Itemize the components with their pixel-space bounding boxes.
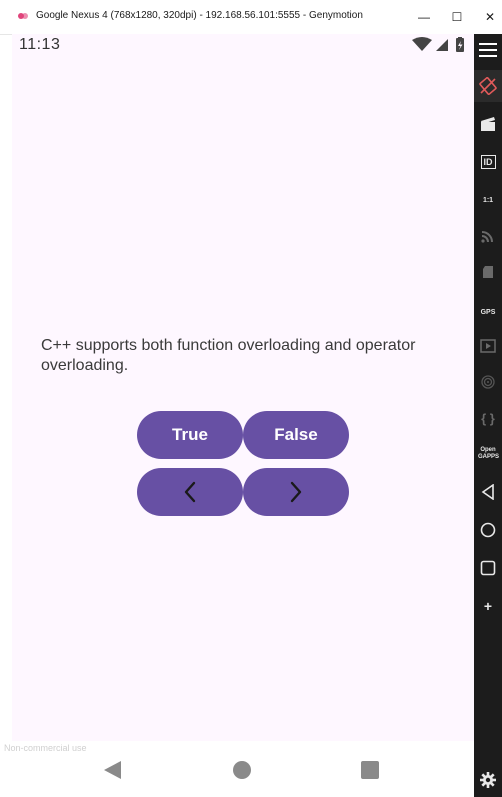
phone-screen: 11:13 C++ supports both function overloa… <box>12 34 474 797</box>
genymotion-app-icon <box>18 13 28 19</box>
minimize-icon: — <box>418 10 430 24</box>
status-bar: 11:13 <box>12 34 474 58</box>
toolbar-media-button[interactable] <box>474 330 502 362</box>
nav-home-icon[interactable] <box>233 761 251 779</box>
false-button[interactable]: False <box>243 411 349 459</box>
toolbar-code-button[interactable]: { } <box>474 402 502 434</box>
device-id-icon: ID <box>480 155 496 169</box>
pixel-perfect-icon: 1:1 <box>482 196 494 204</box>
capture-icon <box>481 117 495 131</box>
close-icon: ✕ <box>484 10 496 24</box>
more-icon: + <box>483 598 493 614</box>
toolbar-menu-button[interactable] <box>474 34 502 66</box>
maximize-icon: ☐ <box>451 10 463 24</box>
true-button[interactable]: True <box>137 411 243 459</box>
true-button-label: True <box>172 425 208 444</box>
toolbar-fingerprint-button[interactable] <box>474 366 502 398</box>
code-icon: { } <box>481 410 495 426</box>
recents-icon <box>480 560 496 576</box>
toolbar-back-button[interactable] <box>474 476 502 508</box>
home-icon <box>480 522 496 538</box>
toolbar-settings-button[interactable] <box>474 764 502 796</box>
nav-back-icon[interactable] <box>104 761 122 779</box>
opengapps-icon: Open GAPPS <box>478 447 500 460</box>
toolbar-sd-card-button[interactable] <box>474 256 502 288</box>
false-button-label: False <box>274 425 318 444</box>
chevron-right-icon <box>290 481 302 503</box>
toolbar-gps-button[interactable]: GPS <box>474 292 502 324</box>
menu-icon <box>479 43 497 57</box>
window-titlebar: Google Nexus 4 (768x1280, 320dpi) - 192.… <box>0 0 502 35</box>
toolbar-recents-button[interactable] <box>474 552 502 584</box>
settings-icon <box>480 772 496 788</box>
toolbar-more-button[interactable]: + <box>474 590 502 622</box>
watermark-text: Non-commercial use <box>4 743 87 753</box>
toolbar-home-button[interactable] <box>474 514 502 546</box>
maximize-button[interactable]: ☐ <box>444 5 470 29</box>
wifi-icon <box>412 37 432 51</box>
toolbar-capture-button[interactable] <box>474 108 502 140</box>
status-icons <box>412 37 464 52</box>
question-text: C++ supports both function overloading a… <box>41 337 416 374</box>
window-title: Google Nexus 4 (768x1280, 320dpi) - 192.… <box>36 10 363 21</box>
toolbar-opengapps-button[interactable]: Open GAPPS <box>474 438 502 470</box>
previous-button[interactable] <box>137 468 243 516</box>
toolbar-network-button[interactable] <box>474 220 502 252</box>
next-button[interactable] <box>243 468 349 516</box>
rotate-icon <box>479 77 497 95</box>
network-icon <box>481 231 493 243</box>
signal-icon <box>436 39 448 51</box>
chevron-left-icon <box>184 481 196 503</box>
media-icon <box>480 339 496 353</box>
toolbar-device-id-button[interactable]: ID <box>474 146 502 178</box>
back-icon <box>481 484 494 500</box>
close-window-button[interactable]: ✕ <box>477 5 502 29</box>
fingerprint-icon <box>481 375 495 389</box>
sd-card-icon <box>483 266 493 278</box>
toolbar-rotate-button[interactable] <box>474 70 502 102</box>
minimize-button[interactable]: — <box>411 5 437 29</box>
status-time: 11:13 <box>19 36 61 53</box>
genymotion-toolbar: ID 1:1 GPS { } Open GAPPS + <box>474 34 502 797</box>
nav-recents-icon[interactable] <box>361 761 379 779</box>
toolbar-pixel-perfect-button[interactable]: 1:1 <box>474 184 502 216</box>
gps-icon: GPS <box>480 308 496 316</box>
